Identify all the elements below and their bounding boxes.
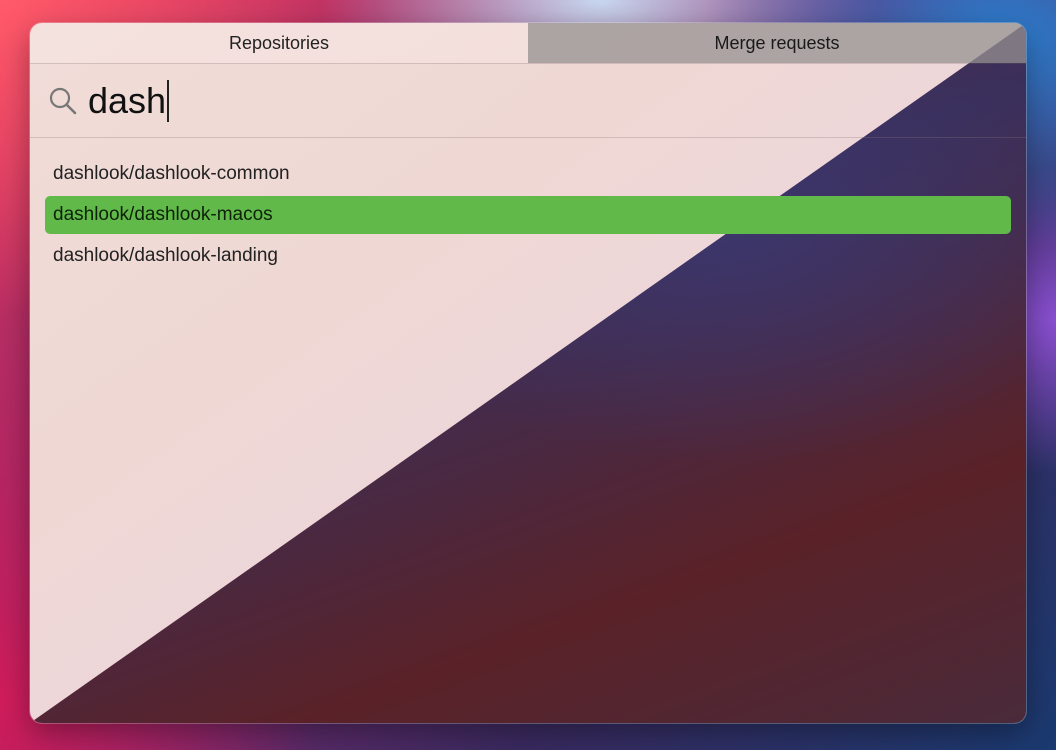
tab-repositories-label: Repositories	[228, 32, 330, 53]
tab-repositories[interactable]: Repositories	[30, 23, 528, 63]
result-item-label: dashlook/dashlook-macos	[53, 204, 273, 225]
result-item[interactable]: dashlook/dashlook-landing	[45, 237, 1011, 275]
search-panel: Repositories Merge requests dash dashloo…	[30, 23, 1026, 723]
tab-merge-requests[interactable]: Merge requests	[528, 23, 1026, 63]
result-item-label: dashlook/dashlook-landing	[53, 245, 278, 266]
tab-merge-requests-label: Merge requests	[714, 32, 840, 53]
result-item-selected[interactable]: dashlook/dashlook-macos	[45, 196, 1011, 234]
search-bar: dash	[30, 64, 1026, 138]
text-caret	[167, 79, 169, 122]
tab-bar: Repositories Merge requests	[30, 23, 1026, 64]
results-list: dashlook/dashlook-common dashlook/dashlo…	[45, 155, 1011, 278]
search-icon	[49, 87, 77, 114]
result-item[interactable]: dashlook/dashlook-common	[45, 155, 1011, 193]
search-input-value: dash	[88, 79, 167, 121]
search-input[interactable]: dash	[88, 79, 169, 123]
result-item-label: dashlook/dashlook-common	[53, 163, 290, 184]
